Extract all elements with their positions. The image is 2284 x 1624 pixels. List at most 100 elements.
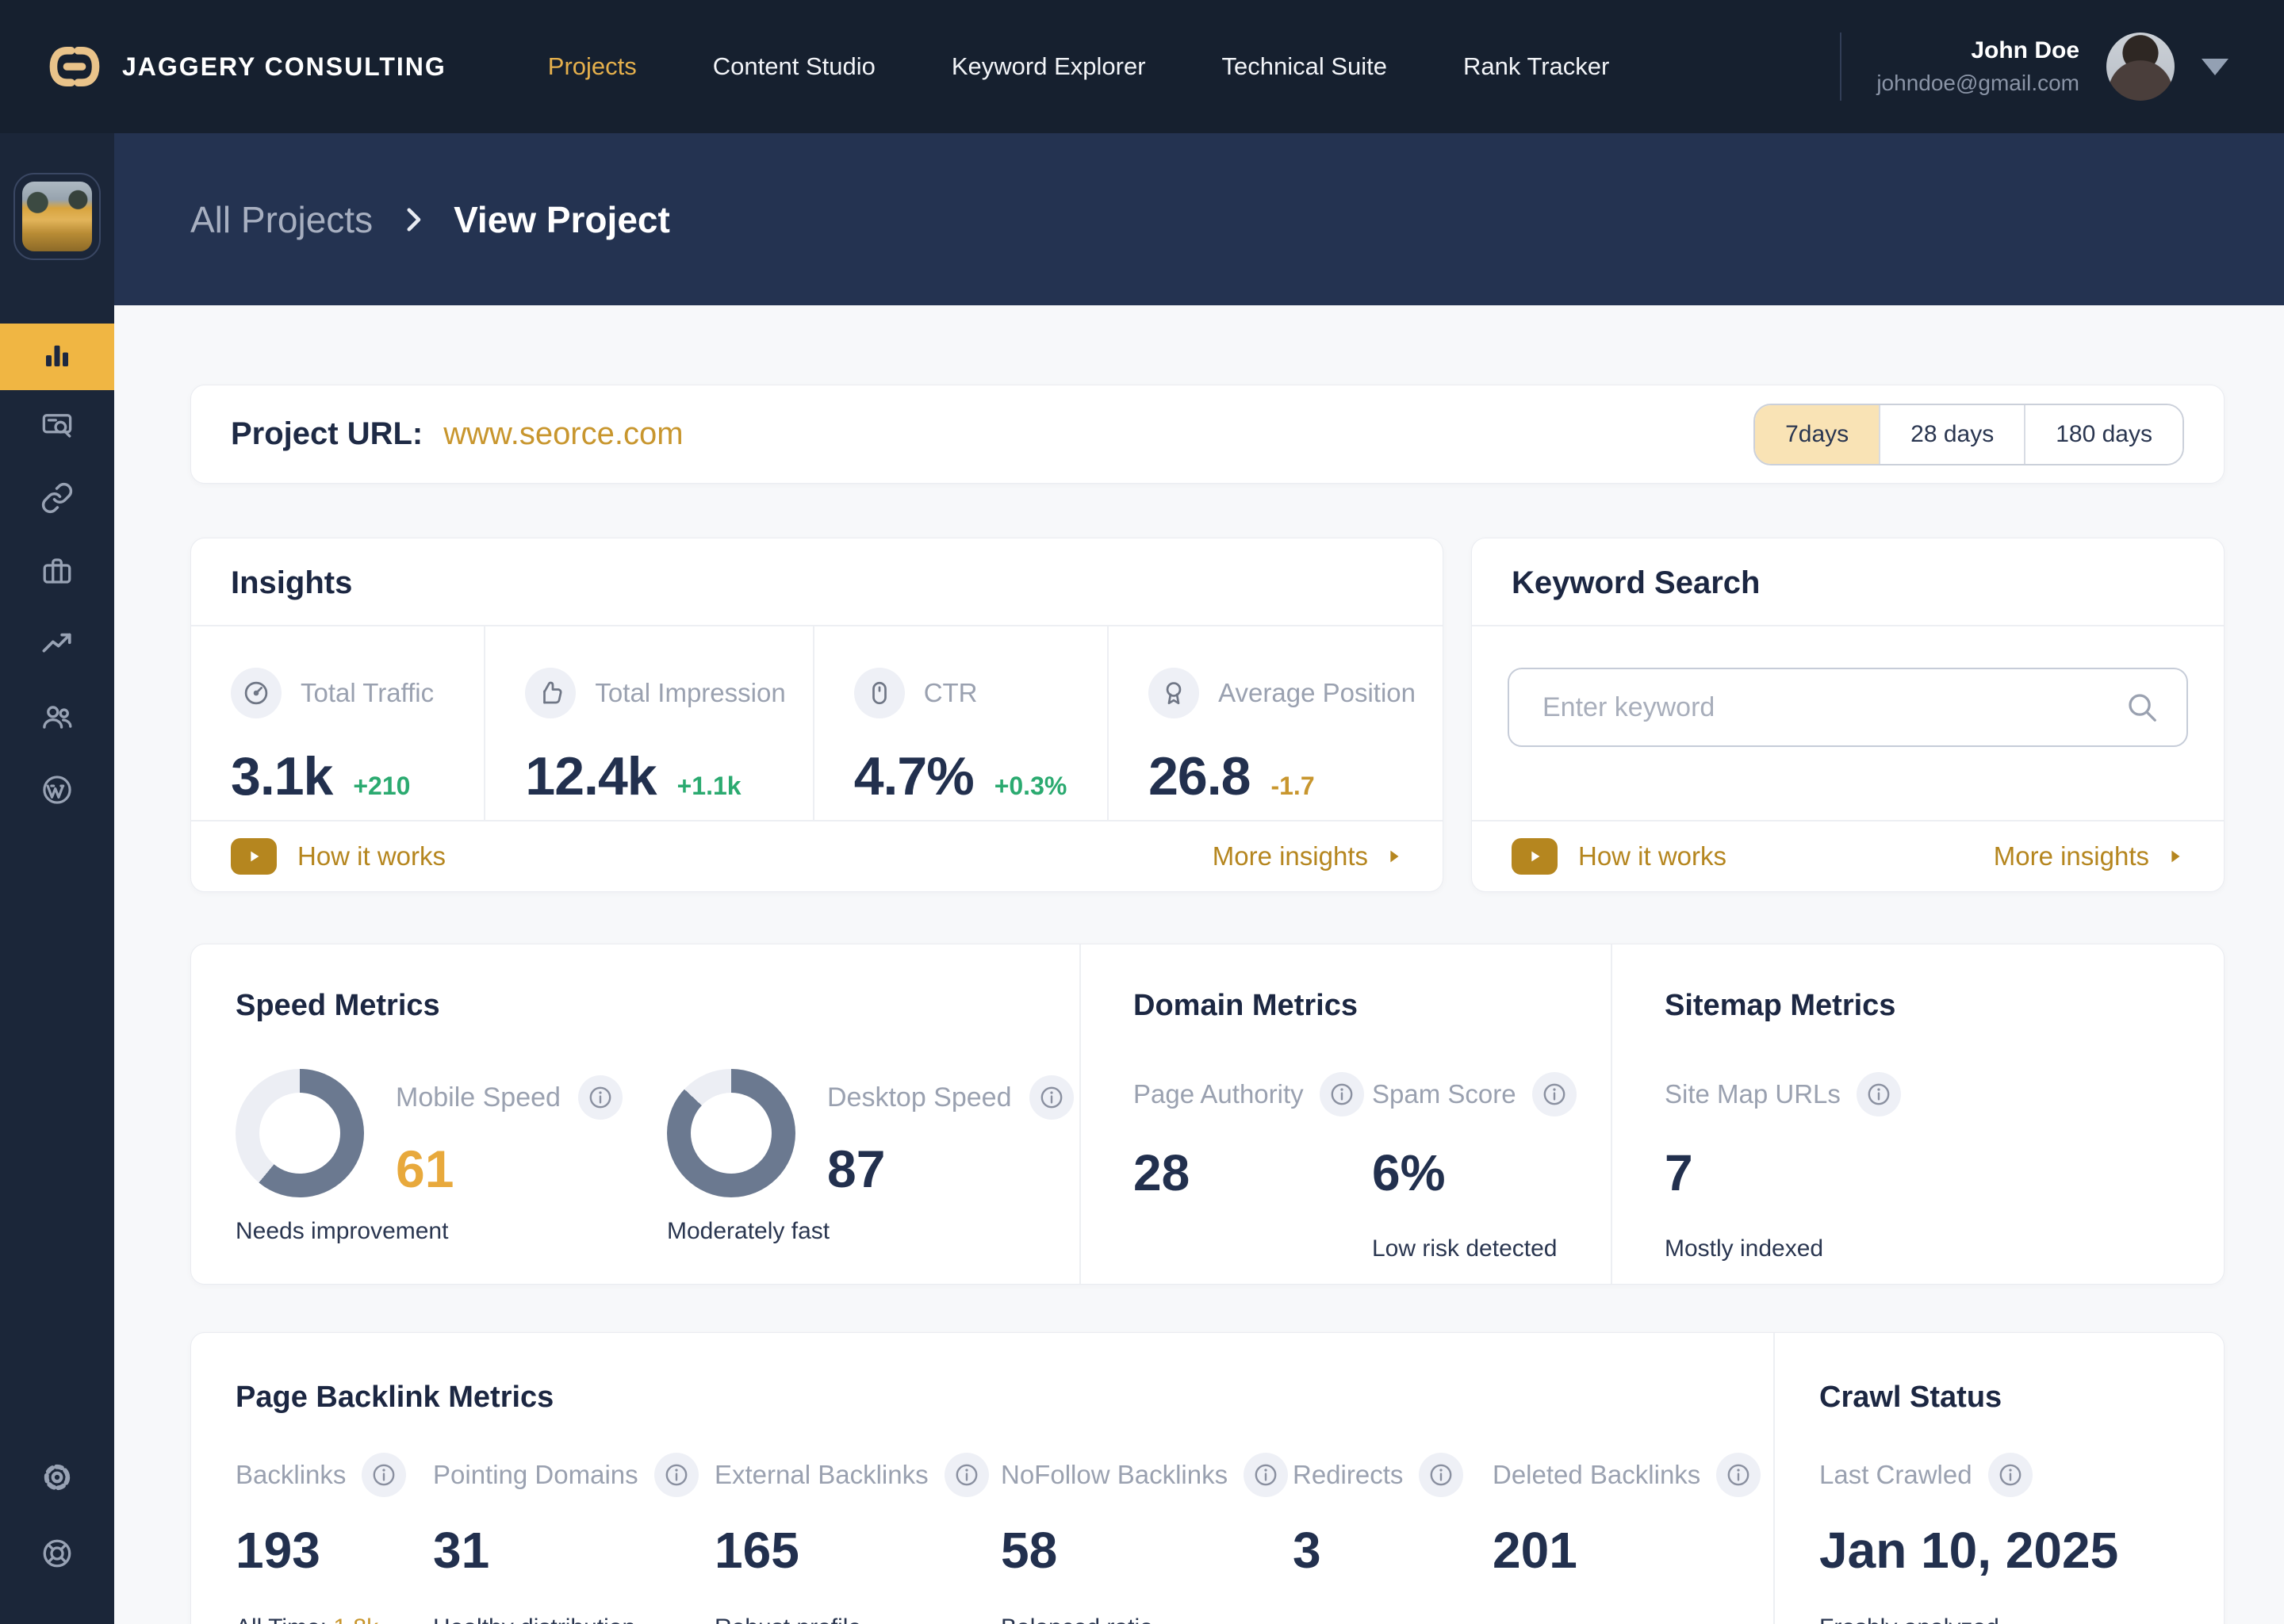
more-insights-link[interactable]: More insights: [1994, 841, 2184, 871]
info-icon[interactable]: [1987, 1453, 2033, 1497]
stat-label: Page Authority: [1133, 1079, 1304, 1109]
info-icon[interactable]: [1419, 1453, 1464, 1497]
stat-caption: Healthy distribution: [433, 1614, 715, 1624]
gauge-caption: Moderately fast: [667, 1218, 830, 1244]
avatar[interactable]: [2106, 33, 2175, 101]
metric-label: Total Impression: [595, 678, 786, 707]
desktop-speed-donut: [667, 1069, 795, 1197]
project-url-label: Project URL:: [231, 416, 423, 451]
project-thumbnail[interactable]: [13, 173, 101, 260]
caret-right-icon: [2171, 850, 2180, 863]
how-it-works-label: How it works: [297, 841, 446, 871]
breadcrumb-all-projects[interactable]: All Projects: [190, 198, 373, 241]
stat-label: Redirects: [1293, 1460, 1404, 1489]
info-icon[interactable]: [577, 1075, 623, 1120]
info-icon[interactable]: [1244, 1453, 1289, 1497]
project-thumbnail-image: [22, 182, 92, 251]
how-it-works-link[interactable]: How it works: [1512, 838, 1726, 875]
info-icon[interactable]: [1319, 1072, 1364, 1116]
info-icon[interactable]: [1856, 1072, 1901, 1116]
chevron-down-icon[interactable]: [2202, 58, 2228, 75]
gear-icon: [40, 1461, 74, 1498]
app-root: JAGGERY CONSULTING Projects Content Stud…: [0, 0, 2284, 1624]
stat-value: 3: [1293, 1522, 1321, 1579]
stat-label: Pointing Domains: [433, 1460, 638, 1489]
nav-item-content-studio[interactable]: Content Studio: [713, 52, 876, 81]
keyword-search-card: Keyword Search Enter keyword How it work…: [1471, 538, 2225, 892]
info-icon[interactable]: [362, 1453, 407, 1497]
gauge-caption: Needs improvement: [236, 1218, 449, 1244]
stat-value: 58: [1001, 1522, 1058, 1579]
stat-caption: Low risk detected: [1372, 1235, 1558, 1262]
sidebar-item-help[interactable]: [40, 1530, 74, 1580]
sidebar-item-site-audit[interactable]: [0, 390, 114, 463]
metric-average-position: Average Position 26.8 -1.7: [1107, 626, 1443, 820]
page-backlink-metrics-section: Page Backlink Metrics Backlinks 193 Poin…: [191, 1333, 1773, 1624]
keyword-search-input[interactable]: [1508, 668, 2188, 747]
brand[interactable]: JAGGERY CONSULTING: [48, 40, 446, 94]
user-email: johndoe@gmail.com: [1876, 71, 2079, 95]
mobile-speed-donut: [236, 1069, 364, 1197]
nav-item-keyword-explorer[interactable]: Keyword Explorer: [952, 52, 1146, 81]
user-name: John Doe: [1971, 37, 2079, 63]
more-insights-link[interactable]: More insights: [1213, 841, 1403, 871]
sidebar-bottom: [40, 1454, 74, 1580]
metric-total-impression: Total Impression 12.4k +1.1k: [484, 626, 812, 820]
info-icon[interactable]: [1716, 1453, 1761, 1497]
metric-delta: +0.3%: [994, 772, 1067, 800]
range-chip-180days[interactable]: 180 days: [2024, 404, 2182, 464]
gauge-value: 61: [396, 1139, 454, 1198]
user-divider: [1840, 33, 1842, 101]
search-icon[interactable]: [2123, 688, 2159, 729]
chevron-right-icon: [397, 203, 430, 236]
stat-caption: All Time: 1.8k: [236, 1614, 433, 1624]
metric-total-traffic: Total Traffic 3.1k +210: [191, 626, 484, 820]
sitemap-metrics-section: Sitemap Metrics Site Map URLs 7 Mostly i…: [1611, 944, 2224, 1284]
stat-value: 7: [1665, 1144, 1693, 1201]
caret-right-icon: [1390, 850, 1399, 863]
link-icon: [40, 481, 74, 519]
stat-caption: [1493, 1614, 1730, 1624]
stat-page-authority: Page Authority 28: [1133, 1072, 1372, 1264]
sidebar-item-dashboard[interactable]: [0, 324, 114, 390]
sidebar-item-team[interactable]: [0, 682, 114, 755]
stat-deleted-backlinks: Deleted Backlinks 201: [1493, 1453, 1761, 1624]
info-icon[interactable]: [1029, 1075, 1074, 1120]
caption-highlight: 1.8k: [333, 1614, 378, 1624]
insights-title: Insights: [191, 538, 1443, 626]
user-menu[interactable]: John Doe johndoe@gmail.com: [1840, 33, 2228, 101]
info-icon[interactable]: [944, 1453, 989, 1497]
project-url-link[interactable]: www.seorce.com: [443, 416, 683, 452]
sidebar-item-settings[interactable]: [40, 1454, 74, 1503]
stat-backlinks: Backlinks 193 All Time: 1.8k: [236, 1453, 433, 1624]
how-it-works-link[interactable]: How it works: [231, 838, 446, 875]
sidebar-item-rank-tracking[interactable]: [0, 609, 114, 682]
nav-item-projects[interactable]: Projects: [548, 52, 637, 81]
users-icon: [40, 700, 74, 737]
sidebar-item-wordpress[interactable]: [0, 755, 114, 828]
sidebar-item-projects[interactable]: [0, 536, 114, 609]
stat-sitemap-urls: Site Map URLs 7 Mostly indexed: [1665, 1072, 1917, 1264]
metric-value: 4.7%: [853, 746, 975, 806]
speed-metrics-section: Speed Metrics Mobile Speed 61 Needs impr…: [191, 944, 1079, 1284]
metric-delta: -1.7: [1270, 772, 1315, 800]
metric-ctr: CTR 4.7% +0.3%: [812, 626, 1107, 820]
range-chip-28days[interactable]: 28 days: [1879, 404, 2025, 464]
stat-label: Last Crawled: [1819, 1460, 1972, 1489]
metric-delta: +1.1k: [676, 772, 742, 800]
sidebar-item-backlinks[interactable]: [0, 463, 114, 536]
play-icon: [1512, 838, 1558, 875]
nav-item-technical-suite[interactable]: Technical Suite: [1222, 52, 1388, 81]
domain-metrics-title: Domain Metrics: [1133, 989, 1358, 1022]
metric-delta: +210: [353, 772, 411, 800]
nav-item-rank-tracker[interactable]: Rank Tracker: [1463, 52, 1609, 81]
info-icon[interactable]: [653, 1453, 699, 1497]
metric-value: 12.4k: [525, 746, 657, 806]
gauge-value: 87: [827, 1139, 886, 1198]
gauge-label: Desktop Speed: [827, 1082, 1012, 1113]
gauge-label: Mobile Speed: [396, 1082, 561, 1113]
sidebar: [0, 133, 114, 1624]
info-icon[interactable]: [1531, 1072, 1577, 1116]
range-chip-7days[interactable]: 7days: [1755, 404, 1880, 464]
keyword-search-footer: How it works More insights: [1472, 820, 2224, 891]
